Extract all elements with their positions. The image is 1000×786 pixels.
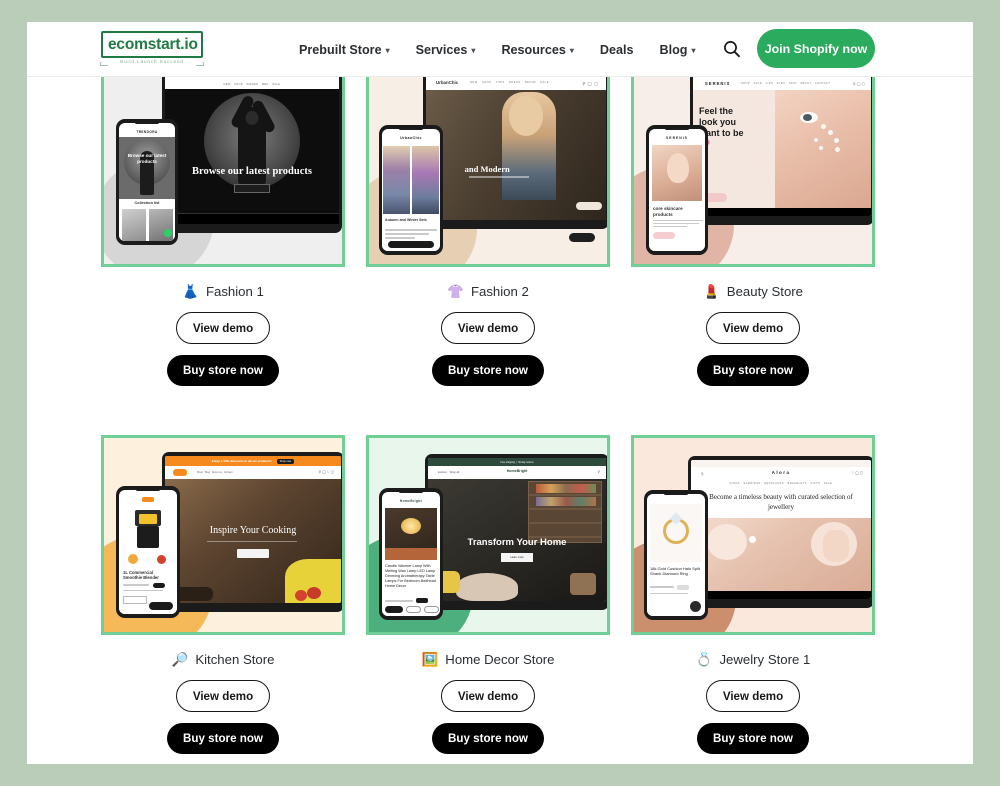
mock-phone-section: 18k Gold Cushion Halo Split Shank Diamon… xyxy=(650,566,701,577)
store-label: 🔎 Kitchen Store xyxy=(101,652,345,667)
site-logo[interactable]: ecomstart.io Build.Launch.Succeed xyxy=(100,31,204,69)
mock-phone-hero-text: Browse our latest products xyxy=(127,153,167,164)
nav-label: Blog xyxy=(659,42,688,57)
browser-viewport: ecomstart.io Build.Launch.Succeed Prebui… xyxy=(27,22,973,764)
store-thumbnail[interactable]: ⚲ Alora ♡ ◯ ▢ RINGS EARRINGS NECKLACES B… xyxy=(631,435,875,635)
chevron-down-icon: ▾ xyxy=(471,45,476,55)
page-root: ecomstart.io Build.Launch.Succeed Prebui… xyxy=(0,0,1000,786)
view-demo-button[interactable]: View demo xyxy=(706,680,800,712)
store-label: 💄 Beauty Store xyxy=(631,284,875,299)
store-label-text: Beauty Store xyxy=(726,284,804,299)
store-card-jewelry-store-1: ⚲ Alora ♡ ◯ ▢ RINGS EARRINGS NECKLACES B… xyxy=(631,435,875,754)
chevron-down-icon: ▾ xyxy=(569,45,574,55)
mock-hero-text: Browse our latest products xyxy=(192,166,312,177)
nav-item-blog[interactable]: Blog ▾ xyxy=(659,43,695,57)
mock-phone-section: core skincare products xyxy=(653,206,683,217)
chevron-down-icon: ▾ xyxy=(691,45,696,55)
mock-nav: NEW SHOP WOMEN MEN SALE xyxy=(223,83,281,86)
mock-hero-text: Become a timeless beauty with curated se… xyxy=(709,493,853,511)
mock-store-name: UrbanChic xyxy=(436,80,459,85)
magnifier-icon: 🔎 xyxy=(171,651,189,667)
join-shopify-button[interactable]: Join Shopify now xyxy=(757,29,875,68)
nav-label: Deals xyxy=(599,42,634,57)
store-thumbnail[interactable]: Enjoy a 10% discount on all our products… xyxy=(101,435,345,635)
buy-store-button[interactable]: Buy store now xyxy=(432,723,544,754)
mock-hero-text: and Modern xyxy=(464,164,510,174)
mock-phone-store-name: UrbanChic xyxy=(400,136,422,140)
nav-label: Prebuilt Store xyxy=(299,42,382,57)
mock-store-name: Alora xyxy=(771,470,791,475)
nav-item-resources[interactable]: Resources ▾ xyxy=(501,43,573,57)
logo-tagline: Build.Launch.Succeed xyxy=(100,59,204,66)
store-label-text: Home Decor Store xyxy=(445,652,555,667)
store-card-fashion-1: TRENDORA NEW SHOP WOMEN MEN SALE xyxy=(101,77,345,386)
store-card-fashion-2: UrbanChic NEW SHOP TOPS DRESS DENIM SALE… xyxy=(366,77,610,386)
buy-store-button[interactable]: Buy store now xyxy=(697,723,809,754)
mock-phone-store-name: HomeBright xyxy=(399,499,423,503)
main-nav: Prebuilt Store ▾ Services ▾ Resources ▾ … xyxy=(299,22,695,77)
mock-hero-button: Learn more xyxy=(510,556,524,559)
store-card-beauty-store: FREE SHIPPING ON ALL ORDERS OVER $50 🛒 S… xyxy=(631,77,875,386)
buy-store-button[interactable]: Buy store now xyxy=(432,355,544,386)
store-card-home-decor-store: Free shipping | 30-day returns Explore S… xyxy=(366,435,610,754)
store-label-text: Jewelry Store 1 xyxy=(719,652,811,667)
buy-store-button[interactable]: Buy store now xyxy=(167,355,279,386)
store-thumbnail[interactable]: Free shipping | 30-day returns Explore S… xyxy=(366,435,610,635)
logo-box: ecomstart.io xyxy=(101,31,203,58)
store-thumbnail[interactable]: TRENDORA NEW SHOP WOMEN MEN SALE xyxy=(101,77,345,267)
nav-item-prebuilt-store[interactable]: Prebuilt Store ▾ xyxy=(299,43,390,57)
mock-store-name: SERENIS xyxy=(705,81,731,86)
mock-store-name: HomeBright xyxy=(506,469,528,473)
mock-phone-store-name: SERENIS xyxy=(666,136,688,140)
view-demo-button[interactable]: View demo xyxy=(176,312,270,344)
view-demo-button[interactable]: View demo xyxy=(441,680,535,712)
buy-store-button[interactable]: Buy store now xyxy=(697,355,809,386)
view-demo-button[interactable]: View demo xyxy=(176,680,270,712)
ring-icon: 💍 xyxy=(695,651,713,667)
nav-item-services[interactable]: Services ▾ xyxy=(416,43,476,57)
store-label: 🖼️ Home Decor Store xyxy=(366,652,610,667)
nav-item-deals[interactable]: Deals xyxy=(600,43,634,57)
store-thumbnail[interactable]: FREE SHIPPING ON ALL ORDERS OVER $50 🛒 S… xyxy=(631,77,875,267)
tshirt-icon: 👚 xyxy=(447,283,464,299)
store-label: 👚 Fashion 2 xyxy=(366,284,610,299)
mock-hero-text: Transform Your Home xyxy=(467,537,567,548)
chevron-down-icon: ▾ xyxy=(385,45,390,55)
nav-label: Services xyxy=(415,42,468,57)
site-header: ecomstart.io Build.Launch.Succeed Prebui… xyxy=(27,22,973,77)
buy-store-button[interactable]: Buy store now xyxy=(167,723,279,754)
view-demo-button[interactable]: View demo xyxy=(706,312,800,344)
mock-promo-button: Shop now xyxy=(276,458,295,464)
framed-picture-icon: 🖼️ xyxy=(421,651,439,667)
mock-phone-section: Autumn and Winter Sets xyxy=(385,218,427,222)
mock-phone-section: Collection list xyxy=(134,201,160,205)
store-label: 👗 Fashion 1 xyxy=(101,284,345,299)
store-thumbnail[interactable]: UrbanChic NEW SHOP TOPS DRESS DENIM SALE… xyxy=(366,77,610,267)
dress-icon: 👗 xyxy=(182,283,199,299)
store-label-text: Kitchen Store xyxy=(195,652,275,667)
logo-text: ecomstart.io xyxy=(108,36,198,53)
store-grid: TRENDORA NEW SHOP WOMEN MEN SALE xyxy=(27,77,973,764)
store-card-kitchen-store: Enjoy a 10% discount on all our products… xyxy=(101,435,345,754)
store-label: 💍 Jewelry Store 1 xyxy=(631,652,875,667)
view-demo-button[interactable]: View demo xyxy=(441,312,535,344)
mock-nav: NEW SHOP TOPS DRESS DENIM SALE xyxy=(470,81,550,84)
mock-phone-section: Candle Warmer Lamp With Melting Wax Lamp… xyxy=(385,564,436,588)
mock-hero-text: Inspire Your Cooking xyxy=(209,525,297,536)
store-label-text: Fashion 1 xyxy=(205,284,264,299)
mock-promo-bar: Enjoy a 10% discount on all our products… xyxy=(211,459,272,463)
store-label-text: Fashion 2 xyxy=(470,284,529,299)
search-icon[interactable] xyxy=(721,38,743,60)
nav-label: Resources xyxy=(501,42,566,57)
mock-phone-store-name: TRENDORA xyxy=(136,130,158,134)
mock-phone-section: 1L Commercial Smoothie Blender xyxy=(123,570,159,581)
lipstick-icon: 💄 xyxy=(702,283,720,299)
